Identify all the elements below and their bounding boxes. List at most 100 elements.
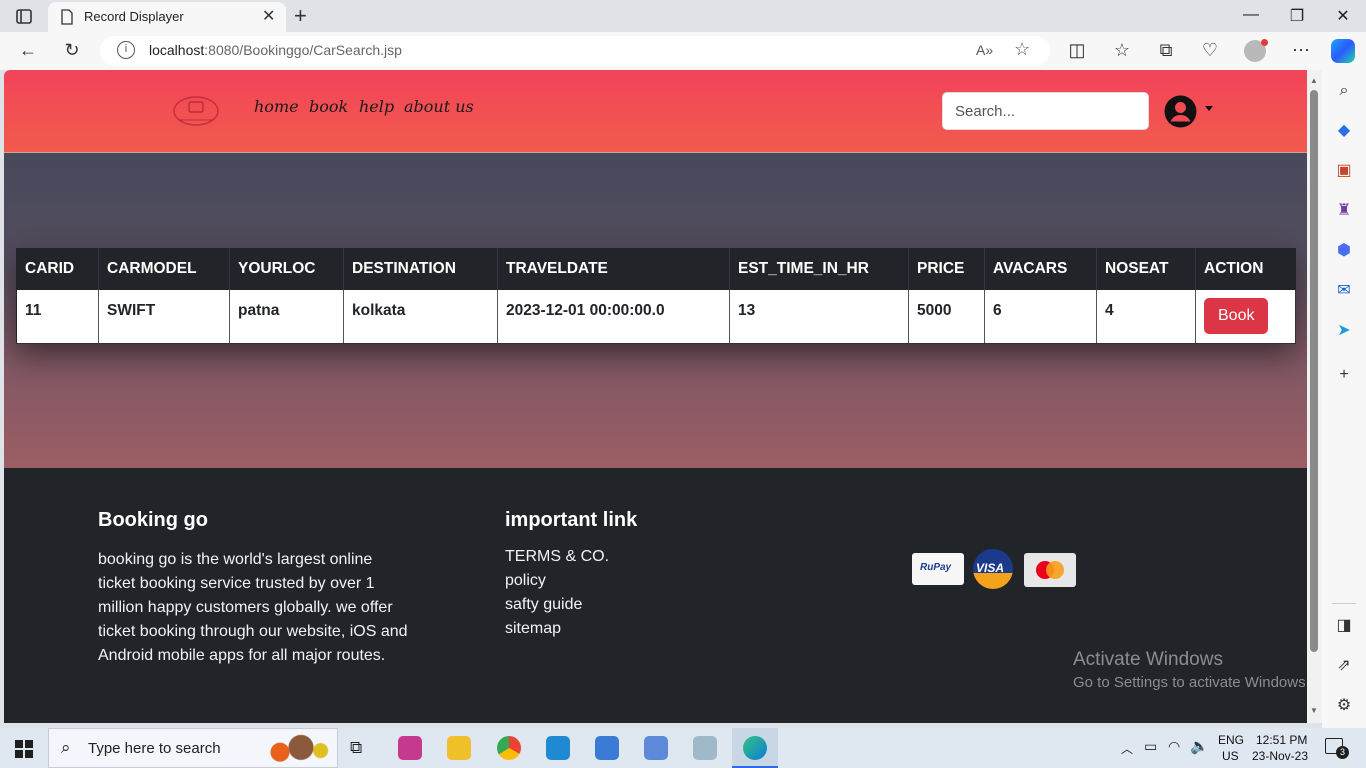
profile-notification-dot — [1261, 39, 1268, 46]
cell-action: Book — [1195, 290, 1296, 344]
cell-yourloc: patna — [229, 290, 344, 344]
page-viewport: home book help about us C — [4, 70, 1307, 723]
sidebar-add-icon[interactable]: + — [1334, 365, 1354, 385]
site-info-icon[interactable]: i — [117, 41, 135, 59]
table-header-row: CARID CARMODEL YOURLOC DESTINATION TRAVE… — [16, 248, 1296, 290]
site-footer: Booking go booking go is the world's lar… — [4, 468, 1307, 723]
search-input[interactable] — [942, 92, 1149, 130]
thanksgiving-highlight-icon[interactable] — [259, 733, 329, 765]
wifi-icon[interactable]: ◠ — [1168, 738, 1180, 755]
windows-taskbar: ⌕ Type here to search ⧉ ︿ ▭ ◠ 🔈 ENG US 1… — [0, 728, 1366, 768]
footer-link-sitemap[interactable]: sitemap — [505, 620, 561, 638]
results-table-container: CARID CARMODEL YOURLOC DESTINATION TRAVE… — [16, 248, 1296, 344]
column-header-est-time: EST_TIME_IN_HR — [729, 248, 909, 290]
sidebar-outlook-icon[interactable]: ✉ — [1334, 281, 1354, 301]
browser-tab-active[interactable]: Record Displayer ✕ — [48, 2, 286, 32]
activate-windows-subtitle: Go to Settings to activate Windows. — [1073, 674, 1307, 691]
file-explorer-icon[interactable] — [447, 736, 471, 760]
results-section: CARID CARMODEL YOURLOC DESTINATION TRAVE… — [4, 153, 1307, 468]
clock-time[interactable]: 12:51 PM — [1256, 733, 1307, 747]
nav-link-about-us[interactable]: about us — [404, 97, 474, 116]
cube-app-icon[interactable] — [644, 736, 668, 760]
user-account-icon[interactable] — [1164, 95, 1197, 128]
sidebar-open-external-icon[interactable]: ⇗ — [1334, 656, 1354, 676]
sidebar-microsoft365-icon[interactable]: ⬢ — [1334, 241, 1354, 261]
tray-overflow-icon[interactable]: ︿ — [1121, 740, 1133, 757]
sidebar-divider — [1332, 603, 1356, 604]
vscode-icon[interactable] — [546, 736, 570, 760]
minimize-icon[interactable]: — — [1228, 6, 1274, 24]
search-icon: ⌕ — [61, 738, 71, 757]
cell-carmodel: SWIFT — [98, 290, 230, 344]
cell-carid: 11 — [16, 290, 99, 344]
cell-price: 5000 — [908, 290, 985, 344]
wps-office-icon[interactable] — [398, 736, 422, 760]
nav-link-book[interactable]: book — [309, 97, 348, 116]
page-scrollbar[interactable]: ▲ ▼ — [1307, 70, 1322, 723]
sidebar-shopping-icon[interactable]: ◆ — [1334, 121, 1354, 141]
brand-logo-icon[interactable] — [171, 94, 221, 128]
scroll-up-icon[interactable]: ▲ — [1310, 76, 1318, 85]
footer-link-safety-guide[interactable]: safty guide — [505, 596, 582, 614]
back-icon[interactable]: ← — [16, 40, 40, 62]
notification-count-badge: 3 — [1336, 746, 1349, 759]
nav-link-help[interactable]: help — [359, 97, 394, 116]
sidebar-drop-icon[interactable]: ➤ — [1334, 321, 1354, 341]
cell-traveldate: 2023-12-01 00:00:00.0 — [497, 290, 730, 344]
language-code[interactable]: ENG — [1218, 733, 1244, 747]
document-icon — [60, 9, 74, 30]
chrome-icon[interactable] — [497, 736, 521, 760]
taskbar-edge-active[interactable] — [732, 728, 778, 768]
site-navbar: home book help about us — [4, 70, 1307, 153]
address-bar[interactable]: i localhost:8080/Bookinggo/CarSearch.jsp… — [100, 36, 1050, 66]
split-screen-icon[interactable]: ◫ — [1065, 40, 1089, 62]
chevron-down-icon[interactable] — [1205, 106, 1213, 111]
refresh-icon[interactable]: ↻ — [60, 40, 84, 62]
cell-est-time: 13 — [729, 290, 909, 344]
close-window-icon[interactable]: ✕ — [1320, 6, 1366, 26]
taskbar-search-box[interactable]: ⌕ Type here to search — [48, 728, 338, 768]
browser-essentials-icon[interactable]: ♡ — [1198, 40, 1222, 62]
taskbar-search-placeholder: Type here to search — [88, 740, 221, 757]
language-region[interactable]: US — [1222, 749, 1239, 763]
favorite-star-icon[interactable]: ☆ — [1014, 39, 1030, 60]
collections-icon[interactable]: ⧉ — [1154, 40, 1178, 62]
battery-icon[interactable]: ▭ — [1144, 738, 1157, 755]
volume-icon[interactable]: 🔈 — [1190, 737, 1209, 755]
copilot-icon[interactable] — [1331, 39, 1355, 63]
cell-noseat: 4 — [1096, 290, 1196, 344]
column-header-destination: DESTINATION — [343, 248, 498, 290]
sidebar-settings-icon[interactable]: ⚙ — [1334, 696, 1354, 716]
scrollbar-thumb[interactable] — [1310, 90, 1318, 652]
more-menu-icon[interactable]: ⋯ — [1289, 40, 1313, 62]
edge-sidebar: ⌕ ◆ ▣ ♜ ⬢ ✉ ➤ + ◨ ⇗ ⚙ — [1322, 70, 1366, 728]
edge-icon — [743, 736, 767, 760]
book-button[interactable]: Book — [1204, 298, 1269, 334]
mastercard-icon — [1024, 553, 1076, 587]
sidebar-toggle-icon[interactable]: ◨ — [1334, 616, 1354, 636]
footer-link-terms[interactable]: TERMS & CO. — [505, 548, 609, 566]
notes-app-icon[interactable] — [693, 736, 717, 760]
column-header-price: PRICE — [908, 248, 985, 290]
clock-date[interactable]: 23-Nov-23 — [1252, 749, 1308, 763]
sidebar-games-icon[interactable]: ♜ — [1334, 201, 1354, 221]
sidebar-tools-icon[interactable]: ▣ — [1334, 161, 1354, 181]
sidebar-search-icon[interactable]: ⌕ — [1334, 81, 1354, 101]
column-header-carid: CARID — [16, 248, 99, 290]
scroll-down-icon[interactable]: ▼ — [1310, 706, 1318, 715]
tab-actions-icon[interactable] — [10, 6, 38, 28]
nav-link-home[interactable]: home — [254, 97, 299, 116]
read-aloud-icon[interactable]: A» — [976, 42, 993, 58]
close-tab-icon[interactable]: ✕ — [262, 6, 275, 26]
app-plus-icon[interactable] — [595, 736, 619, 760]
windows-start-icon[interactable] — [15, 740, 33, 763]
column-header-traveldate: TRAVELDATE — [497, 248, 730, 290]
footer-link-policy[interactable]: policy — [505, 572, 546, 590]
car-results-table: CARID CARMODEL YOURLOC DESTINATION TRAVE… — [16, 248, 1296, 344]
favorites-icon[interactable]: ☆ — [1110, 40, 1134, 62]
restore-icon[interactable]: ❐ — [1274, 6, 1320, 26]
task-view-icon[interactable]: ⧉ — [350, 738, 362, 758]
new-tab-icon[interactable]: + — [294, 3, 307, 29]
rupay-card-icon: RuPay — [912, 553, 964, 585]
footer-links-title: important link — [505, 509, 638, 531]
